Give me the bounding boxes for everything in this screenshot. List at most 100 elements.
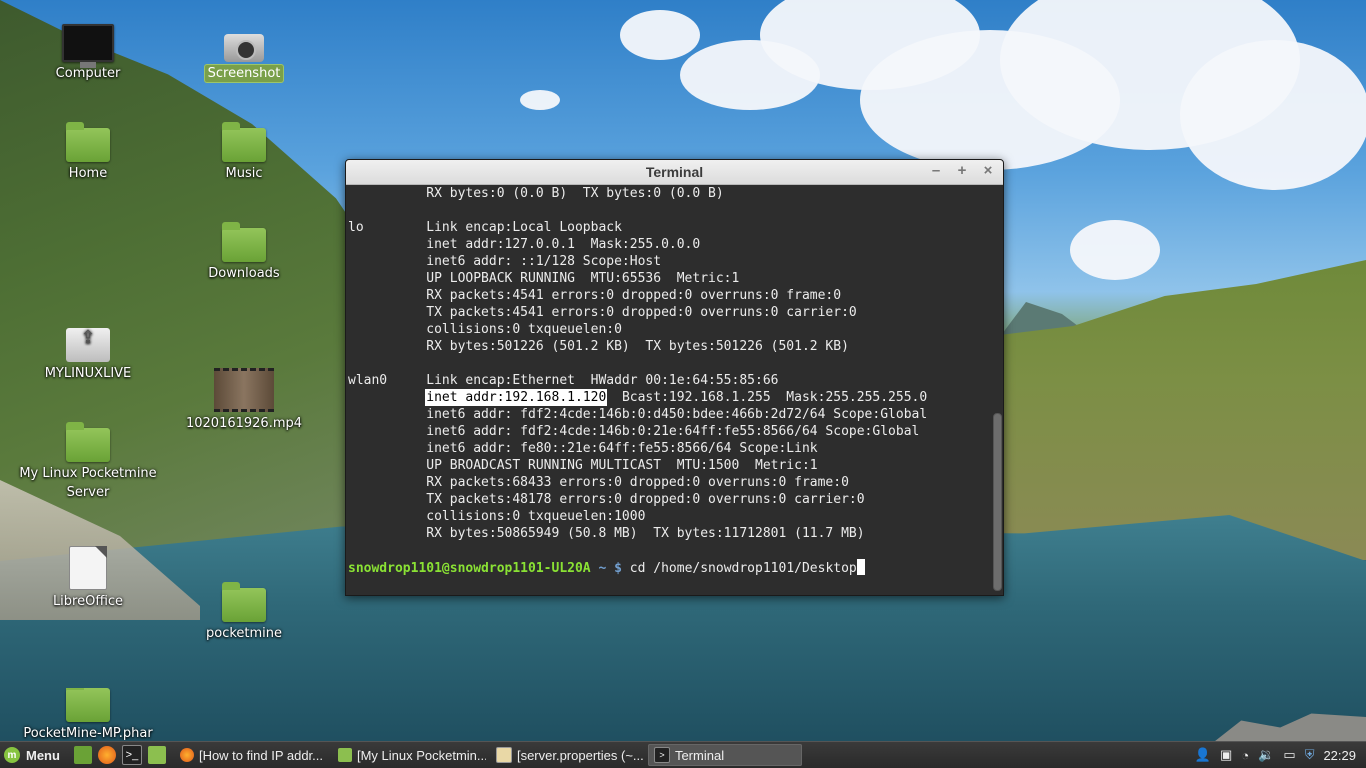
clipboard-icon[interactable]: ▣ — [1220, 747, 1232, 763]
prompt-user-host: snowdrop1101@snowdrop1101-UL20A — [348, 561, 591, 576]
video-file-icon — [214, 368, 274, 412]
desktop-icon-my-linux-pocketmine-server[interactable]: My Linux Pocketmine Server — [13, 422, 163, 502]
files-icon[interactable] — [147, 746, 166, 764]
desktop-icon-screenshot[interactable]: Screenshot — [169, 34, 319, 83]
window-title: Terminal — [645, 164, 704, 180]
terminal-line: RX bytes:0 (0.0 B) TX bytes:0 (0.0 B) — [348, 186, 724, 201]
text-cursor — [856, 559, 865, 575]
prompt-symbol: $ — [614, 561, 622, 576]
terminal-line: collisions:0 txqueuelen:1000 — [348, 509, 646, 524]
taskbar-task-folder[interactable]: [My Linux Pocketmin... — [332, 744, 486, 766]
task-label: [My Linux Pocketmin... — [356, 747, 486, 763]
scrollbar-thumb[interactable] — [993, 413, 1002, 591]
maximize-icon[interactable]: + — [955, 162, 969, 179]
desktop-icon-libreoffice[interactable]: LibreOffice — [13, 546, 163, 611]
user-icon[interactable]: 👤 — [1195, 747, 1211, 763]
desktop-icon-pocketmine-phar[interactable]: PocketMine-MP.phar — [13, 688, 163, 740]
taskbar-task-terminal[interactable]: > Terminal — [647, 744, 802, 766]
terminal-prompt-line[interactable]: snowdrop1101@snowdrop1101-UL20A ~ $ cd /… — [348, 559, 991, 576]
task-label: [server.properties (~... — [516, 747, 644, 763]
terminal-line: TX packets:4541 errors:0 dropped:0 overr… — [348, 305, 857, 320]
terminal-line: inet6 addr: fe80::21e:64ff:fe55:8566/64 … — [348, 441, 818, 456]
terminal-line: inet addr:127.0.0.1 Mask:255.0.0.0 — [348, 237, 701, 252]
terminal-line: collisions:0 txqueuelen:0 — [348, 322, 622, 337]
terminal-icon: > — [653, 747, 670, 763]
computer-icon — [62, 24, 114, 68]
volume-icon[interactable]: 🔉 — [1258, 747, 1274, 763]
terminal-line: wlan0 Link encap:Ethernet HWaddr 00:1e:6… — [348, 373, 779, 388]
folder-icon — [222, 582, 266, 622]
terminal-line: inet6 addr: ::1/128 Scope:Host — [348, 254, 662, 269]
desktop-icon-label: Music — [225, 166, 263, 181]
prompt-command: cd /home/snowdrop1101/Desktop — [629, 561, 857, 576]
battery-icon[interactable]: ▭ — [1283, 747, 1295, 763]
terminal-line: TX packets:48178 errors:0 dropped:0 over… — [348, 492, 865, 507]
desktop-icon-computer[interactable]: Computer — [13, 24, 163, 83]
task-label: [How to find IP addr... — [198, 747, 324, 763]
desktop-icon-mylinuxlive[interactable]: ⇪ MYLINUXLIVE — [13, 328, 163, 383]
home-folder-icon — [66, 122, 110, 162]
terminal-output[interactable]: RX bytes:0 (0.0 B) TX bytes:0 (0.0 B) lo … — [346, 185, 991, 595]
desktop-icon-label: 1020161926.mp4 — [185, 416, 303, 431]
shield-icon[interactable]: ⛨ — [1305, 747, 1315, 763]
mint-logo-icon: m — [4, 747, 20, 763]
system-tray: 👤 ▣ ◔ 🔉 ▭ ⛨ 22:29 — [1195, 747, 1366, 763]
terminal-scrollbar[interactable] — [992, 185, 1002, 593]
desktop-icon-label: PocketMine-MP.phar — [23, 726, 153, 740]
terminal-line: RX packets:68433 errors:0 dropped:0 over… — [348, 475, 849, 490]
terminal-line: lo Link encap:Local Loopback — [348, 220, 622, 235]
terminal-line: UP BROADCAST RUNNING MULTICAST MTU:1500 … — [348, 458, 818, 473]
desktop-icon-label: Home — [68, 166, 108, 181]
desktop-icon-label: My Linux Pocketmine Server — [19, 466, 157, 500]
window-titlebar[interactable]: Terminal – + × — [346, 160, 1003, 185]
task-label: Terminal — [674, 747, 725, 763]
desktop-icon-label: LibreOffice — [52, 594, 124, 609]
line-suffix: Bcast:192.168.1.255 Mask:255.255.255.0 — [606, 390, 928, 405]
desktop-icon-home[interactable]: Home — [13, 122, 163, 183]
clock[interactable]: 22:29 — [1323, 748, 1356, 763]
desktop-icon-video[interactable]: 1020161926.mp4 — [169, 368, 319, 433]
firefox-icon — [179, 748, 194, 762]
terminal-line: RX packets:4541 errors:0 dropped:0 overr… — [348, 288, 842, 303]
document-icon — [69, 546, 107, 590]
minimize-icon[interactable]: – — [929, 162, 943, 179]
text-editor-icon — [495, 747, 512, 763]
desktop-icon-label: Screenshot — [203, 64, 285, 83]
terminal-line: RX bytes:501226 (501.2 KB) TX bytes:5012… — [348, 339, 849, 354]
folder-icon — [66, 688, 110, 722]
close-icon[interactable]: × — [981, 162, 995, 179]
usb-drive-icon: ⇪ — [66, 328, 110, 362]
firefox-icon[interactable] — [97, 746, 116, 764]
folder-icon — [222, 122, 266, 162]
desktop-icon-label: pocketmine — [205, 626, 283, 641]
desktop-icon-label: MYLINUXLIVE — [44, 366, 132, 381]
folder-icon — [337, 748, 352, 762]
desktop-icon-music[interactable]: Music — [169, 122, 319, 183]
terminal-line: inet6 addr: fdf2:4cde:146b:0:d450:bdee:4… — [348, 407, 928, 422]
terminal-line: inet6 addr: fdf2:4cde:146b:0:21e:64ff:fe… — [348, 424, 920, 439]
desktop-icon-downloads[interactable]: Downloads — [169, 222, 319, 283]
folder-icon — [66, 422, 110, 462]
show-desktop-icon[interactable] — [73, 746, 92, 764]
taskbar-task-text-editor[interactable]: [server.properties (~... — [490, 744, 644, 766]
menu-button[interactable]: m Menu — [0, 742, 68, 768]
terminal-line: RX bytes:50865949 (50.8 MB) TX bytes:117… — [348, 526, 865, 541]
folder-icon — [222, 222, 266, 262]
terminal-window[interactable]: Terminal – + × RX bytes:0 (0.0 B) TX byt… — [345, 159, 1004, 596]
camera-icon — [224, 34, 264, 62]
quick-launch: >_ — [68, 745, 172, 765]
terminal-line-ip: inet addr:192.168.1.120 Bcast:192.168.1.… — [348, 389, 991, 406]
wifi-icon[interactable]: ◔ — [1241, 748, 1249, 763]
desktop-icon-pocketmine[interactable]: pocketmine — [169, 582, 319, 643]
taskbar: m Menu >_ [How to find IP addr... [My Li… — [0, 741, 1366, 768]
terminal-line: UP LOOPBACK RUNNING MTU:65536 Metric:1 — [348, 271, 740, 286]
desktop-icon-label: Downloads — [208, 266, 280, 281]
selected-ip-address[interactable]: inet addr:192.168.1.120 — [425, 389, 608, 406]
taskbar-task-firefox[interactable]: [How to find IP addr... — [174, 744, 328, 766]
menu-label: Menu — [26, 747, 60, 763]
terminal-icon[interactable]: >_ — [121, 745, 142, 765]
